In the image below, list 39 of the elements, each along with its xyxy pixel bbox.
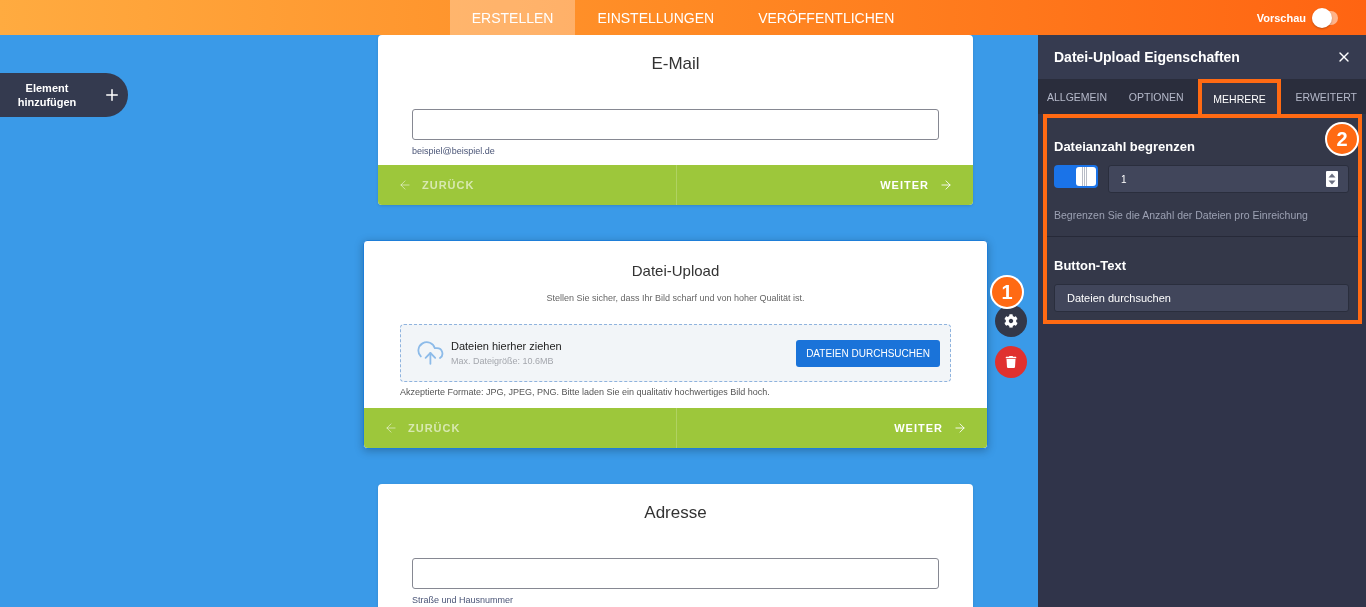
preview-toggle[interactable] [1312, 7, 1338, 28]
size-limit: Max. Dateigröße: 10.6MB [451, 355, 555, 367]
settings-icon [1004, 314, 1018, 328]
panel-tab[interactable]: ALLGEMEIN [1040, 79, 1115, 114]
preview-label: Vorschau [1256, 11, 1306, 24]
step-badge: 2 [1325, 122, 1359, 156]
form-card[interactable]: E-Mail beispiel@beispiel.de ZURÜCK WEITER [378, 35, 973, 205]
setting-label: Button-Text [1054, 258, 1127, 274]
form-card[interactable]: Adresse Straße und Hausnummer [378, 484, 973, 607]
input-field[interactable] [412, 558, 939, 589]
field-title: Datei-Upload [630, 261, 721, 281]
delete-button[interactable] [995, 346, 1027, 378]
plus-icon [103, 86, 121, 104]
cloud-upload-icon [417, 341, 445, 365]
dropzone-title: Dateien hierher ziehen [451, 339, 563, 353]
panel-tab[interactable]: ERWEITERT [1288, 79, 1364, 114]
field-description: Stellen Sie sicher, dass Ihr Bild scharf und von hoher Qualität ist. [545, 292, 806, 304]
arrow-right-icon [939, 178, 953, 192]
trash-icon [1005, 356, 1017, 368]
setting-hint: Begrenzen Sie die Anzahl der Dateien pro Einreichung [1054, 209, 1309, 221]
browse-button[interactable]: DATEIEN DURCHSUCHEN [796, 339, 940, 367]
panel-tab[interactable]: MEHRERE [1198, 79, 1281, 114]
panel-tab[interactable]: OPTIONEN [1121, 79, 1191, 114]
field-sublabel: Straße und Hausnummer [412, 594, 515, 606]
arrow-right-icon [953, 421, 967, 435]
field-title: E-Mail [650, 53, 701, 75]
panel-title: Datei-Upload Eigenschaften [1054, 49, 1240, 65]
accepted-formats-note: Akzeptierte Formate: JPG, JPEG, PNG. Bitte laden Sie ein qualitativ hochwertiges Bild hoch. [400, 386, 771, 398]
toggle-switch[interactable] [1054, 165, 1098, 188]
upload-dropzone[interactable]: Dateien hierher ziehen Max. Dateigröße: 10.6MB DATEIEN DURCHSUCHEN [400, 324, 951, 382]
step-badge: 1 [990, 275, 1024, 309]
spinner-icon[interactable] [1326, 171, 1338, 187]
settings-button[interactable] [995, 305, 1027, 337]
add-element-button[interactable]: Element hinzufügen [0, 73, 128, 117]
text-field[interactable]: Dateien durchsuchen [1054, 284, 1349, 312]
field-sublabel: beispiel@beispiel.de [412, 145, 496, 157]
field-title: Adresse [643, 502, 708, 524]
input-field[interactable] [412, 109, 939, 140]
number-field[interactable]: 1 [1108, 165, 1349, 193]
